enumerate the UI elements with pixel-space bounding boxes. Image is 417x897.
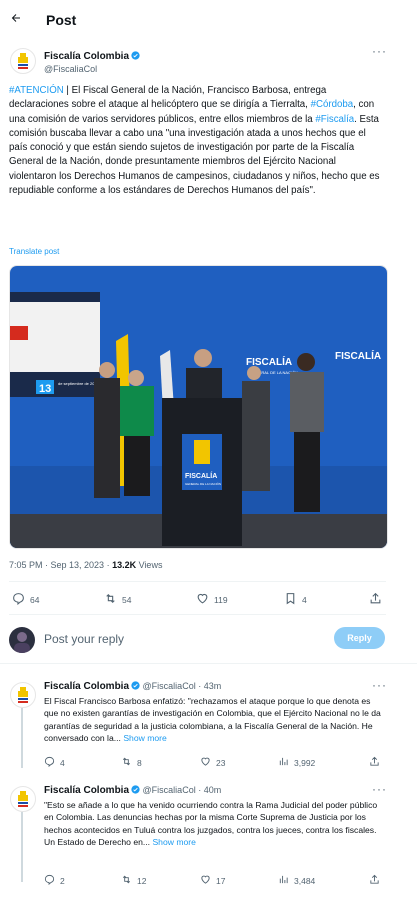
bookmark-icon — [284, 592, 297, 607]
thread-line — [21, 708, 23, 768]
reply-time[interactable]: · 40m — [198, 785, 221, 795]
hashtag-link[interactable]: #Fiscalía — [315, 114, 354, 125]
heart-icon — [196, 592, 209, 607]
divider — [0, 663, 417, 664]
more-icon[interactable]: ··· — [372, 782, 387, 796]
repost-icon — [121, 874, 132, 887]
like-count: 119 — [214, 594, 228, 605]
reply-input[interactable]: Post your reply — [44, 632, 124, 646]
share-action[interactable] — [369, 592, 382, 607]
reply-count: 2 — [60, 875, 65, 886]
reply-action[interactable]: 2 — [44, 874, 65, 887]
reply-author-handle[interactable]: @FiscaliaCol — [143, 681, 196, 691]
views-icon — [278, 756, 289, 769]
reply-author-name[interactable]: Fiscalía Colombia — [44, 785, 129, 796]
hashtag-link[interactable]: #ATENCIÓN — [9, 85, 64, 96]
verified-icon — [131, 785, 140, 794]
show-more-link[interactable]: Show more — [123, 733, 166, 743]
views-icon — [278, 874, 289, 887]
repost-count: 54 — [122, 594, 132, 605]
thread-line — [21, 812, 23, 882]
repost-icon — [104, 592, 117, 607]
divider — [9, 614, 386, 615]
show-more-link[interactable]: Show more — [152, 837, 195, 847]
post-text: #ATENCIÓN | El Fiscal General de la Naci… — [9, 84, 381, 198]
reply-author-handle[interactable]: @FiscaliaCol — [143, 785, 196, 795]
like-count: 23 — [216, 757, 226, 768]
more-icon[interactable]: ··· — [372, 678, 387, 692]
screen-date: 13 — [39, 383, 51, 395]
verified-icon — [131, 681, 140, 690]
hashtag-link[interactable]: #Córdoba — [311, 99, 354, 110]
svg-text:FISCALÍA: FISCALÍA — [335, 349, 381, 362]
share-action[interactable] — [369, 756, 380, 769]
views-action[interactable]: 3,484 — [278, 874, 315, 887]
top-bar: Post — [0, 0, 417, 40]
reply-text: "Esto se añade a lo que ha venido ocurri… — [44, 799, 384, 848]
views-count: 3,484 — [294, 875, 316, 886]
author-info: Fiscalía Colombia @FiscaliaCol — [44, 46, 140, 74]
post-text-segment: . Esta comisión buscaba llevar a cabo un… — [9, 113, 380, 197]
reply-icon — [44, 756, 55, 769]
reply-text: El Fiscal Francisco Barbosa enfatizó: "r… — [44, 695, 384, 744]
views-count: 3,992 — [294, 757, 316, 768]
reply-action[interactable]: 64 — [12, 592, 39, 607]
podium-brand: FISCALÍA — [185, 471, 217, 480]
author-name[interactable]: Fiscalía Colombia — [44, 51, 129, 62]
podium-sub: GENERAL DE LA NACIÓN — [185, 481, 221, 486]
more-icon[interactable]: ··· — [372, 44, 387, 58]
avatar[interactable] — [10, 786, 36, 812]
reply-button[interactable]: Reply — [334, 627, 385, 649]
share-icon — [369, 874, 380, 887]
reply-header: Fiscalía Colombia @FiscaliaCol · 40m — [44, 785, 221, 796]
reply-count: 64 — [30, 594, 40, 605]
share-action[interactable] — [369, 874, 380, 887]
repost-count: 12 — [137, 875, 147, 886]
like-action[interactable]: 17 — [200, 874, 225, 887]
views-action[interactable]: 3,992 — [278, 756, 315, 769]
wall-brand: FISCALÍA — [246, 355, 292, 368]
repost-action[interactable]: 12 — [121, 874, 146, 887]
repost-count: 8 — [137, 757, 142, 768]
reply-action[interactable]: 4 — [44, 756, 65, 769]
divider — [9, 581, 386, 582]
heart-icon — [200, 756, 211, 769]
repost-action[interactable]: 54 — [104, 592, 131, 607]
author-handle[interactable]: @FiscaliaCol — [44, 64, 140, 74]
reply-time[interactable]: · 43m — [198, 681, 221, 691]
bookmark-count: 4 — [302, 594, 307, 605]
arrow-left-icon[interactable] — [10, 11, 22, 27]
views-label: Views — [136, 560, 163, 570]
user-avatar[interactable] — [9, 627, 35, 653]
press-conference-photo: 13 de septiembre de 2023 FISCALÍA GENERA… — [10, 266, 387, 548]
like-action[interactable]: 119 — [196, 592, 228, 607]
heart-icon — [200, 874, 211, 887]
post-meta: 7:05 PM · Sep 13, 2023 · 13.2K Views — [9, 560, 162, 570]
views-count: 13.2K — [112, 560, 137, 570]
like-count: 17 — [216, 875, 226, 886]
avatar[interactable] — [10, 48, 36, 74]
reply-count: 4 — [60, 757, 65, 768]
page-title: Post — [46, 12, 77, 28]
reply-icon — [12, 592, 25, 607]
post-image[interactable]: 13 de septiembre de 2023 FISCALÍA GENERA… — [9, 265, 388, 549]
share-icon — [369, 592, 382, 607]
reply-header: Fiscalía Colombia @FiscaliaCol · 43m — [44, 681, 221, 692]
reply-body: El Fiscal Francisco Barbosa enfatizó: "r… — [44, 696, 381, 743]
bookmark-action[interactable]: 4 — [284, 592, 307, 607]
reply-author-name[interactable]: Fiscalía Colombia — [44, 681, 129, 692]
like-action[interactable]: 23 — [200, 756, 225, 769]
reply-icon — [44, 874, 55, 887]
post-time[interactable]: 7:05 PM · Sep 13, 2023 · — [9, 560, 112, 570]
verified-icon — [131, 47, 140, 60]
screen-text: de septiembre de 2023 — [58, 381, 100, 386]
translate-link[interactable]: Translate post — [9, 247, 59, 256]
repost-icon — [121, 756, 132, 769]
share-icon — [369, 756, 380, 769]
repost-action[interactable]: 8 — [121, 756, 142, 769]
reply-body: "Esto se añade a lo que ha venido ocurri… — [44, 800, 378, 847]
avatar[interactable] — [10, 682, 36, 708]
